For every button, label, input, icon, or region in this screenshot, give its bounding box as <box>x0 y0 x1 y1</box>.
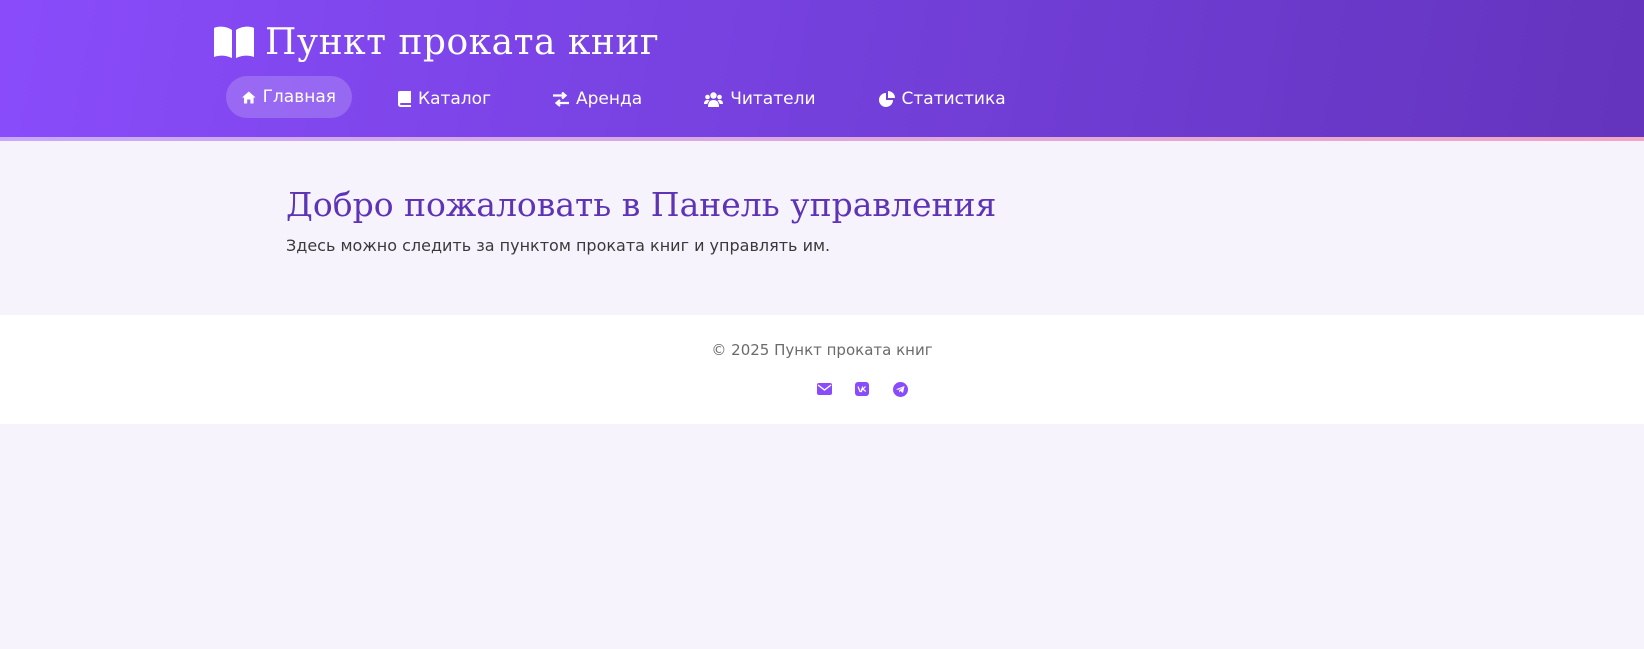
nav-item-label: Аренда <box>576 89 643 109</box>
nav-item-label: Читатели <box>730 89 816 109</box>
open-book-icon <box>214 26 254 58</box>
book-icon <box>398 91 411 107</box>
brand-title: Пункт проката книг <box>265 22 660 63</box>
site-footer: © 2025 Пункт проката книг <box>0 315 1644 424</box>
vk-link[interactable] <box>853 380 871 398</box>
telegram-icon <box>892 381 908 397</box>
nav-item-label: Каталог <box>418 89 492 109</box>
site-header: Пункт проката книг Главная Каталог Аренд… <box>0 0 1644 141</box>
page-description: Здесь можно следить за пунктом проката к… <box>286 236 831 255</box>
nav-item-home[interactable]: Главная <box>226 76 352 118</box>
copyright-text: © 2025 Пункт проката книг <box>711 341 933 359</box>
email-link[interactable] <box>815 380 833 398</box>
main-nav: Главная Каталог Аренда Читатели Статисти… <box>226 76 1006 120</box>
brand[interactable]: Пункт проката книг <box>213 18 659 68</box>
exchange-arrows-icon <box>553 91 570 107</box>
home-icon <box>242 91 256 103</box>
email-icon <box>816 383 832 395</box>
nav-item-rent[interactable]: Аренда <box>553 78 642 120</box>
pie-chart-icon <box>878 91 895 107</box>
social-links <box>815 380 909 398</box>
telegram-link[interactable] <box>891 380 909 398</box>
nav-item-label: Статистика <box>901 89 1006 109</box>
nav-item-catalog[interactable]: Каталог <box>398 78 491 120</box>
nav-item-stats[interactable]: Статистика <box>878 78 1006 120</box>
nav-item-readers[interactable]: Читатели <box>704 78 816 120</box>
vk-icon <box>855 382 869 396</box>
page-title: Добро пожаловать в Панель управления <box>286 185 997 224</box>
users-icon <box>704 91 724 107</box>
nav-item-label: Главная <box>262 87 336 107</box>
